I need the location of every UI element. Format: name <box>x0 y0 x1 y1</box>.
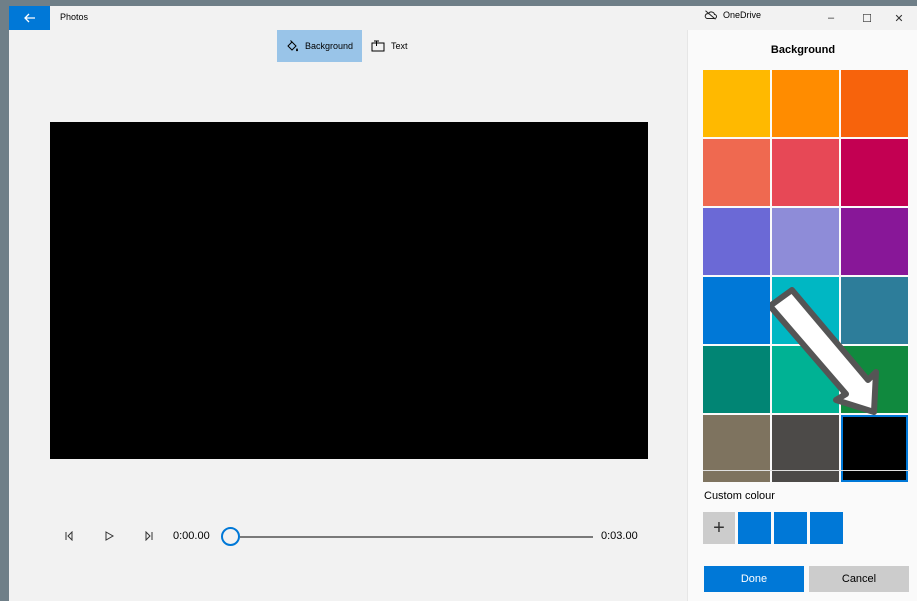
maximize-button[interactable]: ☐ <box>849 6 885 30</box>
step-back-icon <box>65 531 73 541</box>
onedrive-label: OneDrive <box>723 10 762 20</box>
custom-colour-label: Custom colour <box>704 490 775 502</box>
custom-colour-row: + <box>703 512 843 544</box>
background-panel: Background Custom colour + Done Cancel <box>687 30 917 601</box>
colour-swatch[interactable] <box>841 346 908 413</box>
colour-swatch[interactable] <box>772 277 839 344</box>
custom-colour-swatch[interactable] <box>810 512 843 544</box>
play-icon <box>105 531 114 541</box>
background-tool-label: Background <box>305 41 354 51</box>
back-arrow-icon <box>23 13 35 23</box>
next-frame-button[interactable] <box>142 529 156 543</box>
colour-swatch[interactable] <box>703 415 770 482</box>
close-icon: ✕ <box>894 12 904 25</box>
colour-swatch[interactable] <box>703 208 770 275</box>
playback-controls: 0:00.00 0:03.00 <box>50 526 650 546</box>
colour-swatch[interactable] <box>772 208 839 275</box>
colour-swatch[interactable] <box>772 70 839 137</box>
photos-window: Photos OneDrive – ☐ ✕ Background Text 0:… <box>9 6 917 601</box>
colour-swatch[interactable] <box>703 277 770 344</box>
minimize-icon: – <box>827 12 835 24</box>
text-tool-label: Text <box>391 41 408 51</box>
text-tool-button[interactable]: Text <box>362 30 417 62</box>
play-button[interactable] <box>102 529 116 543</box>
current-time: 0:00.00 <box>173 530 210 542</box>
colour-swatch[interactable] <box>841 415 908 482</box>
close-button[interactable]: ✕ <box>881 6 917 30</box>
cloud-off-icon <box>704 10 717 20</box>
colour-swatch[interactable] <box>772 346 839 413</box>
step-forward-icon <box>145 531 153 541</box>
app-title: Photos <box>60 12 89 22</box>
scrubber-track[interactable] <box>240 536 593 538</box>
colour-swatch[interactable] <box>841 70 908 137</box>
panel-divider <box>703 470 910 471</box>
plus-icon: + <box>713 516 725 539</box>
background-tool-button[interactable]: Background <box>277 30 363 62</box>
done-button[interactable]: Done <box>704 566 804 592</box>
colour-swatch[interactable] <box>841 208 908 275</box>
onedrive-status[interactable]: OneDrive <box>704 10 761 20</box>
total-time: 0:03.00 <box>601 530 638 542</box>
colour-swatch[interactable] <box>703 346 770 413</box>
swatch-grid <box>703 70 910 482</box>
add-custom-colour-button[interactable]: + <box>703 512 735 544</box>
colour-swatch[interactable] <box>841 139 908 206</box>
colour-swatch[interactable] <box>703 70 770 137</box>
paint-bucket-icon <box>287 40 298 52</box>
custom-colour-swatch[interactable] <box>738 512 771 544</box>
colour-swatch[interactable] <box>772 139 839 206</box>
text-box-icon <box>371 40 385 52</box>
video-preview <box>50 122 648 459</box>
title-bar: Photos OneDrive – ☐ ✕ <box>9 6 917 30</box>
colour-swatch[interactable] <box>772 415 839 482</box>
cancel-button[interactable]: Cancel <box>809 566 909 592</box>
maximize-icon: ☐ <box>862 12 872 25</box>
minimize-button[interactable]: – <box>813 6 849 30</box>
back-button[interactable] <box>9 6 50 30</box>
scrubber-thumb[interactable] <box>221 527 240 546</box>
previous-frame-button[interactable] <box>62 529 76 543</box>
editor-toolbar: Background Text <box>277 30 417 62</box>
panel-title: Background <box>770 44 836 56</box>
colour-swatch[interactable] <box>703 139 770 206</box>
colour-swatch[interactable] <box>841 277 908 344</box>
custom-colour-swatch[interactable] <box>774 512 807 544</box>
